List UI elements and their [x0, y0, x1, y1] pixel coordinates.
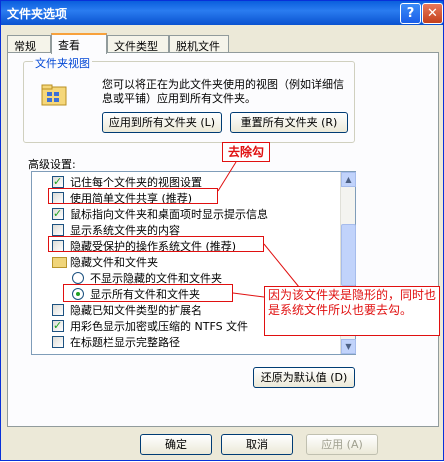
- annotation-connector-lines: [217, 161, 300, 298]
- annotation-explanation: 因为该文件夹是隐形的，同时也是系统文件所以也要去勾。: [264, 286, 440, 336]
- tab-view[interactable]: 查看: [51, 33, 107, 54]
- annotation-remove-check: 去除勾: [222, 142, 270, 162]
- folder-options-window: 文件夹选项 ? ✕ 常规 查看 文件类型 脱机文件 文件夹视图 您可以将正在为此…: [0, 0, 444, 461]
